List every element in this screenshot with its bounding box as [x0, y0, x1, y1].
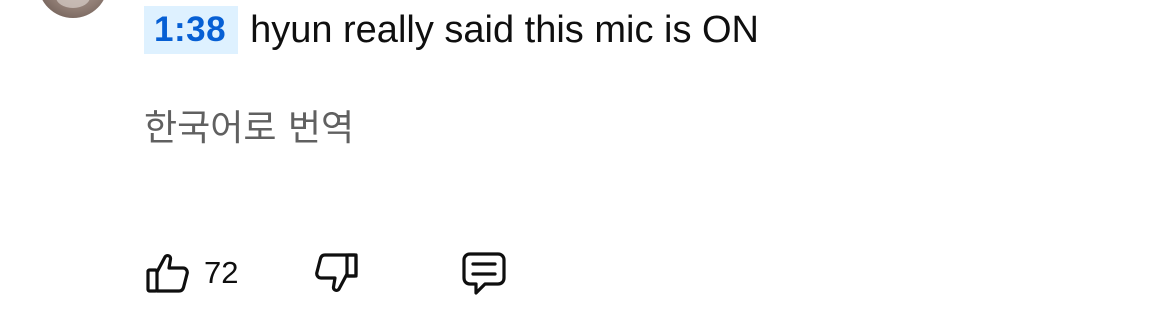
translate-link[interactable]: 한국어로 번역 — [144, 104, 354, 154]
comment-icon — [460, 249, 508, 297]
reply-button[interactable] — [460, 248, 508, 298]
timestamp-link[interactable]: 1:38 — [144, 6, 239, 54]
comment-body: 1:38 hyun really said this mic is ON — [144, 6, 759, 54]
like-button[interactable]: 72 — [144, 248, 312, 298]
thumbs-up-icon — [144, 249, 192, 297]
comment-text: hyun really said this mic is ON — [250, 9, 759, 51]
like-count: 72 — [204, 255, 239, 290]
thumbs-down-icon — [312, 249, 360, 297]
dislike-button[interactable] — [312, 248, 460, 298]
comment-action-bar: 72 — [144, 248, 508, 298]
avatar[interactable] — [38, 0, 108, 18]
